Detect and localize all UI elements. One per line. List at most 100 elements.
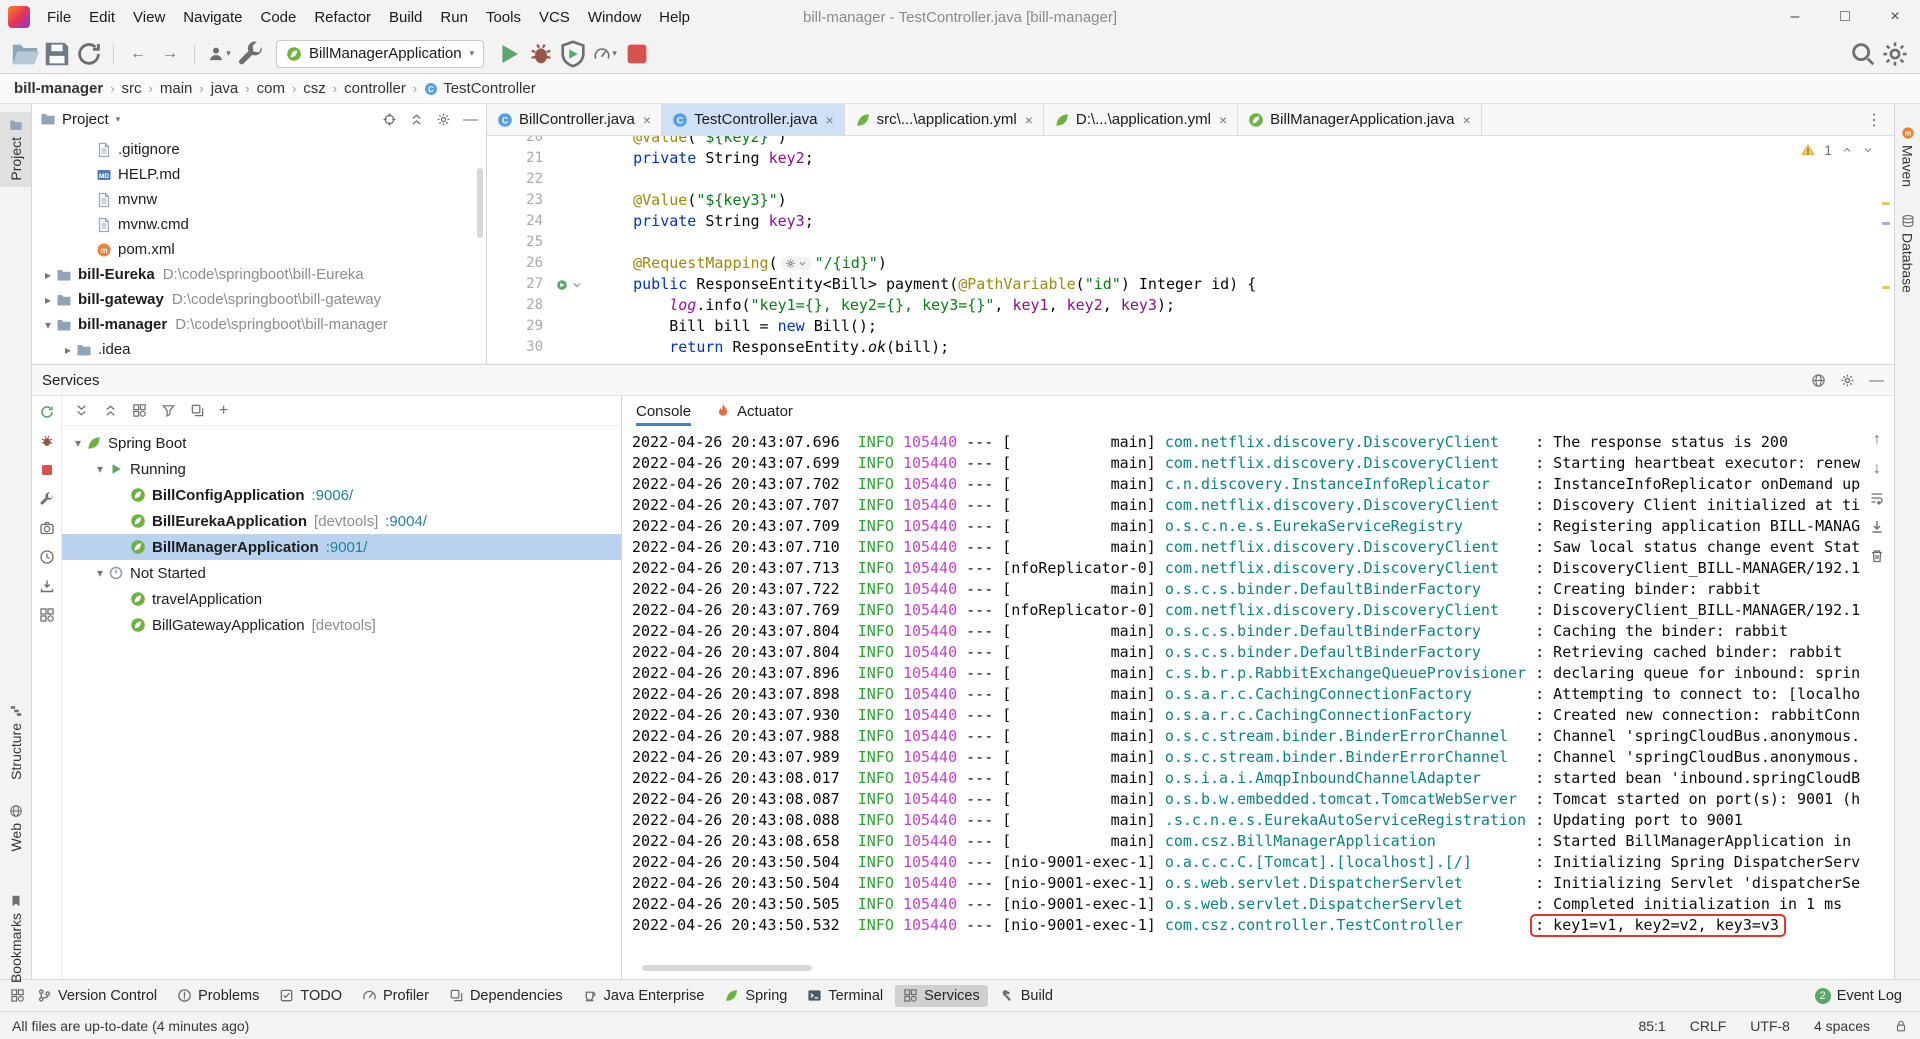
- line-number[interactable]: 23: [487, 190, 553, 211]
- breadcrumb-item[interactable]: com: [257, 80, 285, 97]
- status-item-utf-8[interactable]: UTF-8: [1750, 1018, 1790, 1034]
- gutter[interactable]: [553, 316, 597, 337]
- line-number[interactable]: 28: [487, 295, 553, 316]
- inlay-hint[interactable]: [781, 257, 811, 270]
- breadcrumb-item[interactable]: controller: [344, 80, 406, 97]
- code-line[interactable]: 21 private String key2;: [487, 148, 1894, 169]
- close-icon[interactable]: ×: [825, 112, 833, 128]
- user-button[interactable]: ▾: [204, 39, 234, 69]
- chevron-right-icon[interactable]: ▸: [40, 268, 56, 282]
- gutter[interactable]: [553, 253, 597, 274]
- close-icon[interactable]: ×: [1219, 112, 1227, 128]
- code-line[interactable]: 24 private String key3;: [487, 211, 1894, 232]
- line-number[interactable]: 25: [487, 232, 553, 253]
- code-line[interactable]: 27 public ResponseEntity<Bill> payment(@…: [487, 274, 1894, 295]
- menu-file[interactable]: File: [38, 0, 80, 34]
- run-button[interactable]: [494, 39, 524, 69]
- stripe-tab-project[interactable]: Project: [0, 112, 31, 187]
- gutter[interactable]: [553, 232, 597, 253]
- stripe-tab-database[interactable]: Database: [1895, 214, 1920, 293]
- hide-panel-icon[interactable]: —: [463, 111, 478, 128]
- help-icon[interactable]: [1811, 373, 1826, 388]
- chevron-right-icon[interactable]: ▸: [40, 293, 56, 307]
- editor-tab[interactable]: src\...\application.yml ×: [845, 104, 1044, 135]
- services-tree-item[interactable]: travelApplication: [62, 586, 621, 612]
- services-tree-item[interactable]: ▾ Not Started: [62, 560, 621, 586]
- gutter[interactable]: [553, 190, 597, 211]
- chevron-down-icon[interactable]: ▾: [40, 318, 56, 332]
- breadcrumb-item[interactable]: csz: [303, 80, 326, 97]
- services-tree-item[interactable]: ▾ Spring Boot: [62, 430, 621, 456]
- breadcrumb-item[interactable]: src: [122, 80, 142, 97]
- expand-all-icon[interactable]: [74, 403, 89, 418]
- toolwindow-button-spring[interactable]: Spring: [716, 985, 795, 1007]
- locate-file-icon[interactable]: [382, 112, 397, 127]
- services-tree-item[interactable]: BillConfigApplication:9006/: [62, 482, 621, 508]
- setup-wrench-icon[interactable]: [236, 39, 266, 69]
- clear-console-icon[interactable]: [1869, 548, 1885, 564]
- gutter[interactable]: [553, 337, 597, 358]
- toolwindow-button-profiler[interactable]: Profiler: [354, 985, 437, 1007]
- breadcrumb-item[interactable]: C TestController: [424, 80, 536, 97]
- line-number[interactable]: 20: [487, 136, 553, 148]
- toolwindow-button-java-enterprise[interactable]: Java Enterprise: [575, 985, 713, 1007]
- chevron-down-icon[interactable]: ▾: [92, 566, 108, 580]
- services-tree-item[interactable]: BillManagerApplication:9001/: [62, 534, 621, 560]
- close-icon[interactable]: ×: [643, 112, 651, 128]
- services-title[interactable]: Services: [42, 372, 100, 389]
- rerun-icon[interactable]: [39, 404, 55, 420]
- project-tree-item[interactable]: mvnw: [32, 187, 486, 212]
- toolwindow-button-build[interactable]: Build: [992, 985, 1061, 1007]
- menu-build[interactable]: Build: [380, 0, 431, 34]
- services-tree-item[interactable]: BillEurekaApplication [devtools]:9004/: [62, 508, 621, 534]
- stripe-mark[interactable]: [1882, 222, 1890, 225]
- menu-view[interactable]: View: [124, 0, 174, 34]
- line-number[interactable]: 27: [487, 274, 553, 295]
- project-tree-item[interactable]: ▸ bill-Eureka D:\code\springboot\bill-Eure…: [32, 262, 486, 287]
- code-line[interactable]: 22: [487, 169, 1894, 190]
- chevron-down-icon[interactable]: ▾: [116, 114, 121, 125]
- open-icon[interactable]: [10, 39, 40, 69]
- group-by-icon[interactable]: [132, 403, 147, 418]
- menu-edit[interactable]: Edit: [80, 0, 124, 34]
- chevron-right-icon[interactable]: ▸: [60, 343, 76, 357]
- toolwindow-switcher-icon[interactable]: [10, 988, 25, 1003]
- line-number[interactable]: 26: [487, 253, 553, 274]
- maximize-button[interactable]: □: [1820, 0, 1870, 34]
- gutter[interactable]: [553, 274, 597, 295]
- scroll-to-end-icon[interactable]: [1869, 519, 1885, 535]
- code-line[interactable]: 26 @RequestMapping("/{id}"): [487, 253, 1894, 274]
- status-item-crlf[interactable]: CRLF: [1690, 1018, 1727, 1034]
- service-port-link[interactable]: :9006/: [311, 487, 353, 504]
- run-config-selector[interactable]: BillManagerApplication ▾: [276, 39, 485, 68]
- menu-run[interactable]: Run: [431, 0, 477, 34]
- editor-tab[interactable]: BillManagerApplication.java ×: [1238, 104, 1482, 135]
- console-tab-actuator[interactable]: Actuator: [715, 396, 793, 426]
- status-item-85-1[interactable]: 85:1: [1638, 1018, 1665, 1034]
- stop-button[interactable]: [622, 39, 652, 69]
- hide-panel-icon[interactable]: —: [1869, 372, 1884, 389]
- project-tree-item[interactable]: ▸ bill-gateway D:\code\springboot\bill-gat…: [32, 287, 486, 312]
- close-button[interactable]: ×: [1870, 0, 1920, 34]
- gutter[interactable]: [553, 169, 597, 190]
- toolwindow-button-todo[interactable]: TODO: [271, 985, 350, 1007]
- view-options-icon[interactable]: [190, 403, 205, 418]
- project-tree-item[interactable]: m pom.xml: [32, 237, 486, 262]
- gutter[interactable]: [553, 148, 597, 169]
- import-icon[interactable]: [39, 578, 55, 594]
- horizontal-scrollbar[interactable]: [642, 965, 812, 971]
- add-service-icon[interactable]: +: [219, 402, 228, 419]
- menu-help[interactable]: Help: [650, 0, 699, 34]
- toolwindow-button-event-log[interactable]: 2 Event Log: [1807, 985, 1910, 1007]
- code-line[interactable]: 20 @Value("${key2}"): [487, 136, 1894, 148]
- services-tree-item[interactable]: BillGatewayApplication [devtools]: [62, 612, 621, 638]
- menu-window[interactable]: Window: [579, 0, 650, 34]
- minimize-button[interactable]: –: [1770, 0, 1820, 34]
- save-button[interactable]: [42, 39, 72, 69]
- stripe-tab-structure[interactable]: Structure: [0, 704, 31, 780]
- chevron-down-icon[interactable]: ▾: [92, 462, 108, 476]
- lock-icon[interactable]: [1894, 1019, 1908, 1033]
- collapse-all-icon[interactable]: [409, 112, 424, 127]
- toolwindow-button-version-control[interactable]: Version Control: [29, 985, 165, 1007]
- breadcrumb-item[interactable]: main: [160, 80, 193, 97]
